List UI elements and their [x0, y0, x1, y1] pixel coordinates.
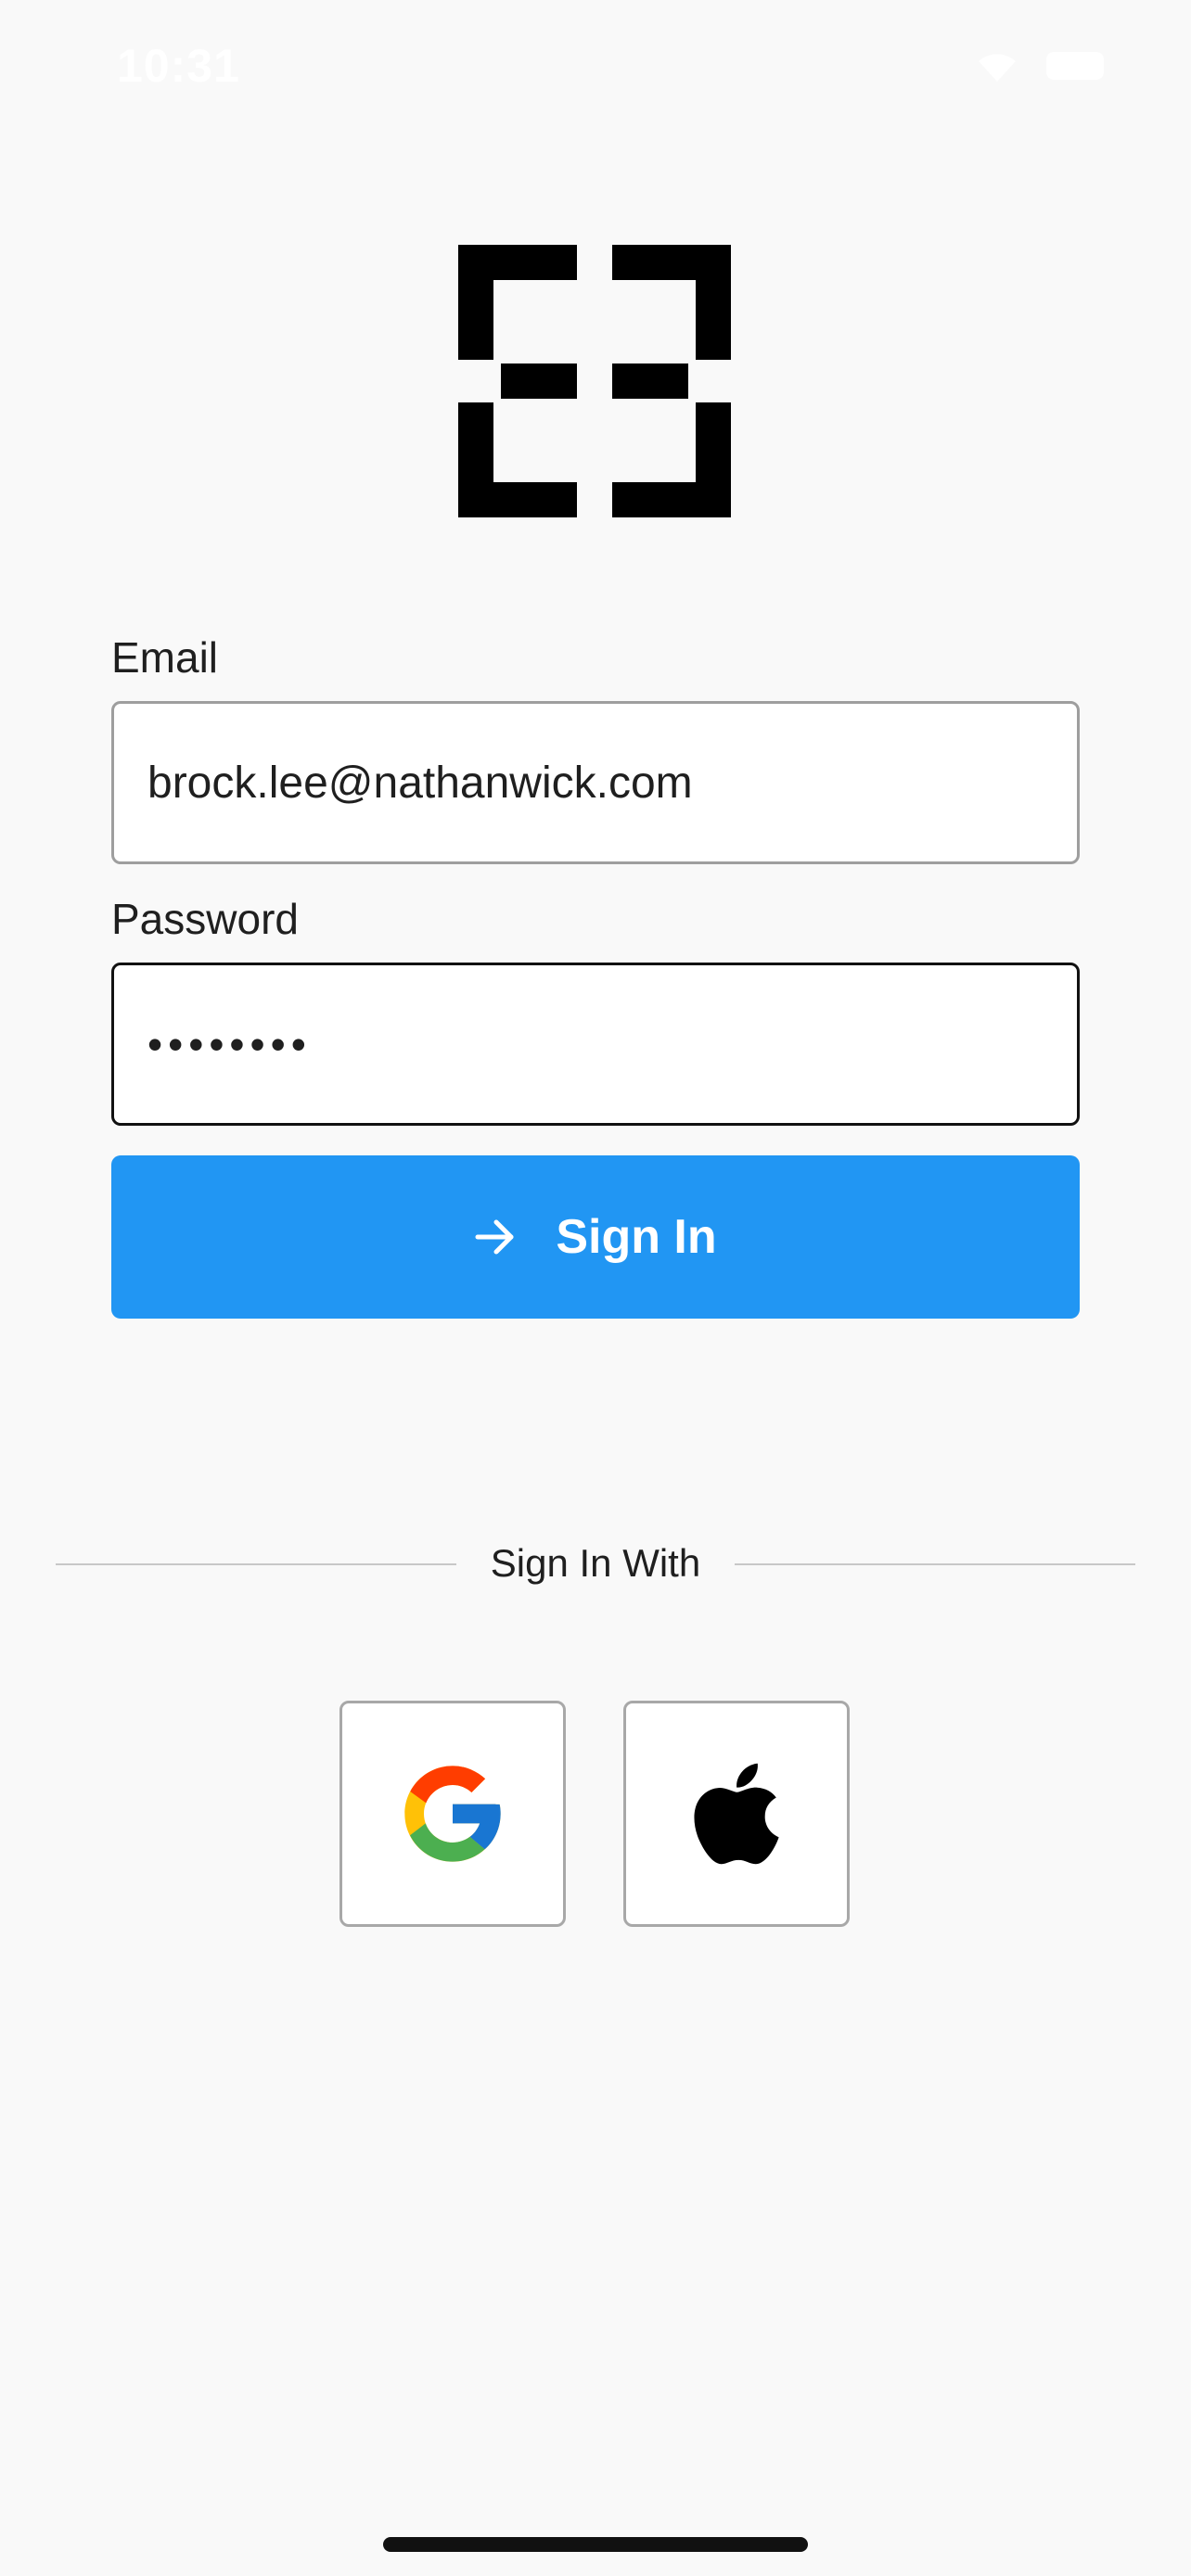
divider-left: [56, 1563, 456, 1565]
sign-in-label: Sign In: [556, 1210, 717, 1264]
status-bar: 10:31: [0, 0, 1191, 130]
password-field[interactable]: ••••••••: [111, 963, 1080, 1126]
password-label: Password: [111, 895, 299, 943]
battery-icon: [1046, 52, 1104, 80]
email-value: brock.lee@nathanwick.com: [147, 758, 693, 808]
home-indicator[interactable]: [383, 2537, 808, 2552]
password-value: ••••••••: [147, 1020, 312, 1068]
divider-right: [735, 1563, 1135, 1565]
google-sign-in-button[interactable]: [339, 1701, 566, 1927]
apple-sign-in-button[interactable]: [623, 1701, 850, 1927]
bracket-logo-icon: [458, 245, 731, 517]
google-icon: [404, 1766, 501, 1862]
apple-icon: [694, 1763, 779, 1865]
sign-in-with-label: Sign In With: [490, 1541, 701, 1585]
sign-in-button[interactable]: Sign In: [111, 1155, 1080, 1319]
arrow-right-icon: [475, 1219, 514, 1255]
email-label: Email: [111, 633, 219, 682]
email-field[interactable]: brock.lee@nathanwick.com: [111, 701, 1080, 864]
wifi-icon: [979, 54, 1016, 82]
status-time: 10:31: [117, 40, 240, 92]
